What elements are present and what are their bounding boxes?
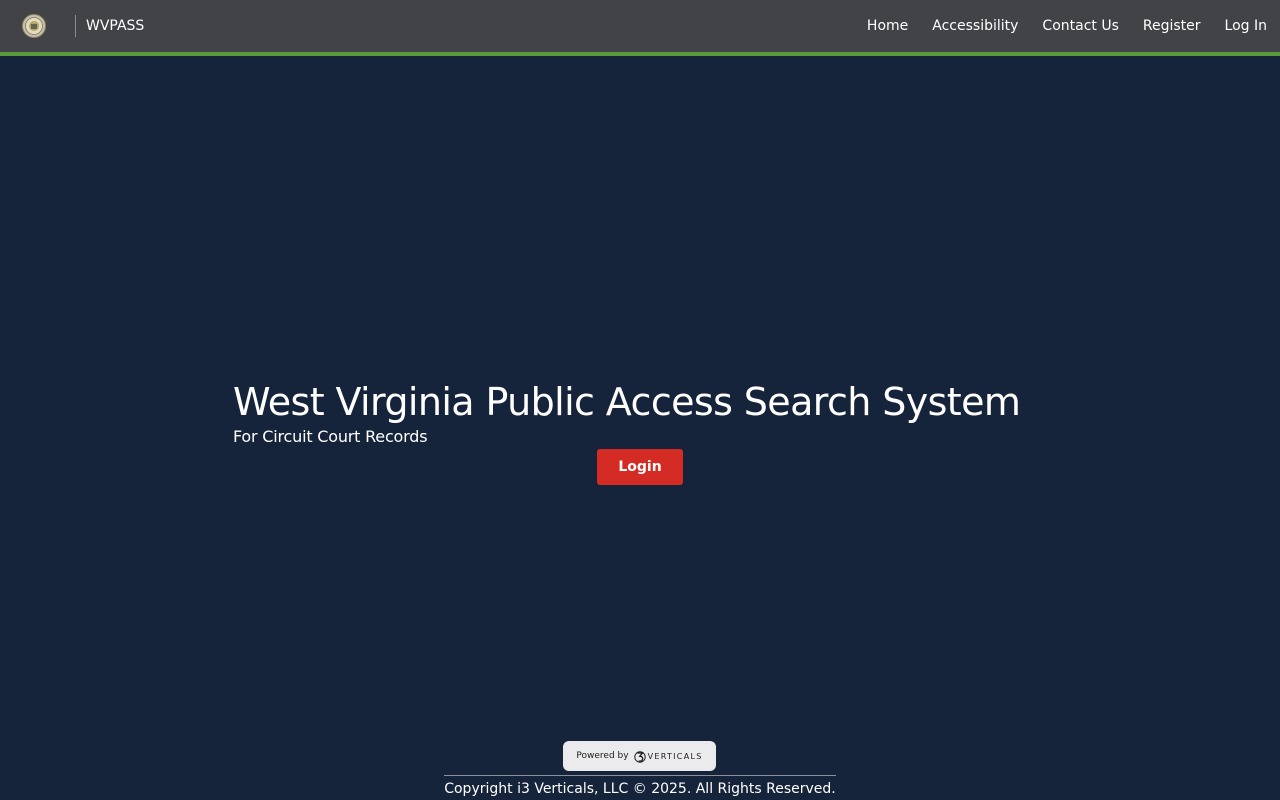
top-navbar: WVPASS Home Accessibility Contact Us Reg… bbox=[0, 0, 1280, 52]
nav-register-link[interactable]: Register bbox=[1143, 17, 1201, 35]
powered-by-badge[interactable]: Powered by VERTICALS bbox=[563, 741, 716, 771]
copyright-text: Copyright i3 Verticals, LLC © 2025. All … bbox=[444, 781, 836, 797]
powered-by-label: Powered by bbox=[576, 751, 629, 761]
page-title: West Virginia Public Access Search Syste… bbox=[233, 380, 1021, 424]
vendor-name: VERTICALS bbox=[647, 751, 703, 761]
page-subtitle: For Circuit Court Records bbox=[233, 427, 428, 446]
navbar-accent-bar bbox=[0, 52, 1280, 56]
nav-accessibility-link[interactable]: Accessibility bbox=[932, 17, 1018, 35]
state-seal-icon[interactable] bbox=[22, 14, 46, 38]
footer-divider bbox=[444, 775, 836, 776]
nav-contact-link[interactable]: Contact Us bbox=[1042, 17, 1118, 35]
nav-links: Home Accessibility Contact Us Register L… bbox=[867, 0, 1280, 52]
nav-home-link[interactable]: Home bbox=[867, 17, 908, 35]
brand-link[interactable]: WVPASS bbox=[86, 17, 144, 35]
i3-logo-icon bbox=[633, 751, 646, 763]
nav-login-link[interactable]: Log In bbox=[1225, 17, 1267, 35]
login-button[interactable]: Login bbox=[597, 449, 683, 485]
brand-divider bbox=[75, 15, 76, 37]
